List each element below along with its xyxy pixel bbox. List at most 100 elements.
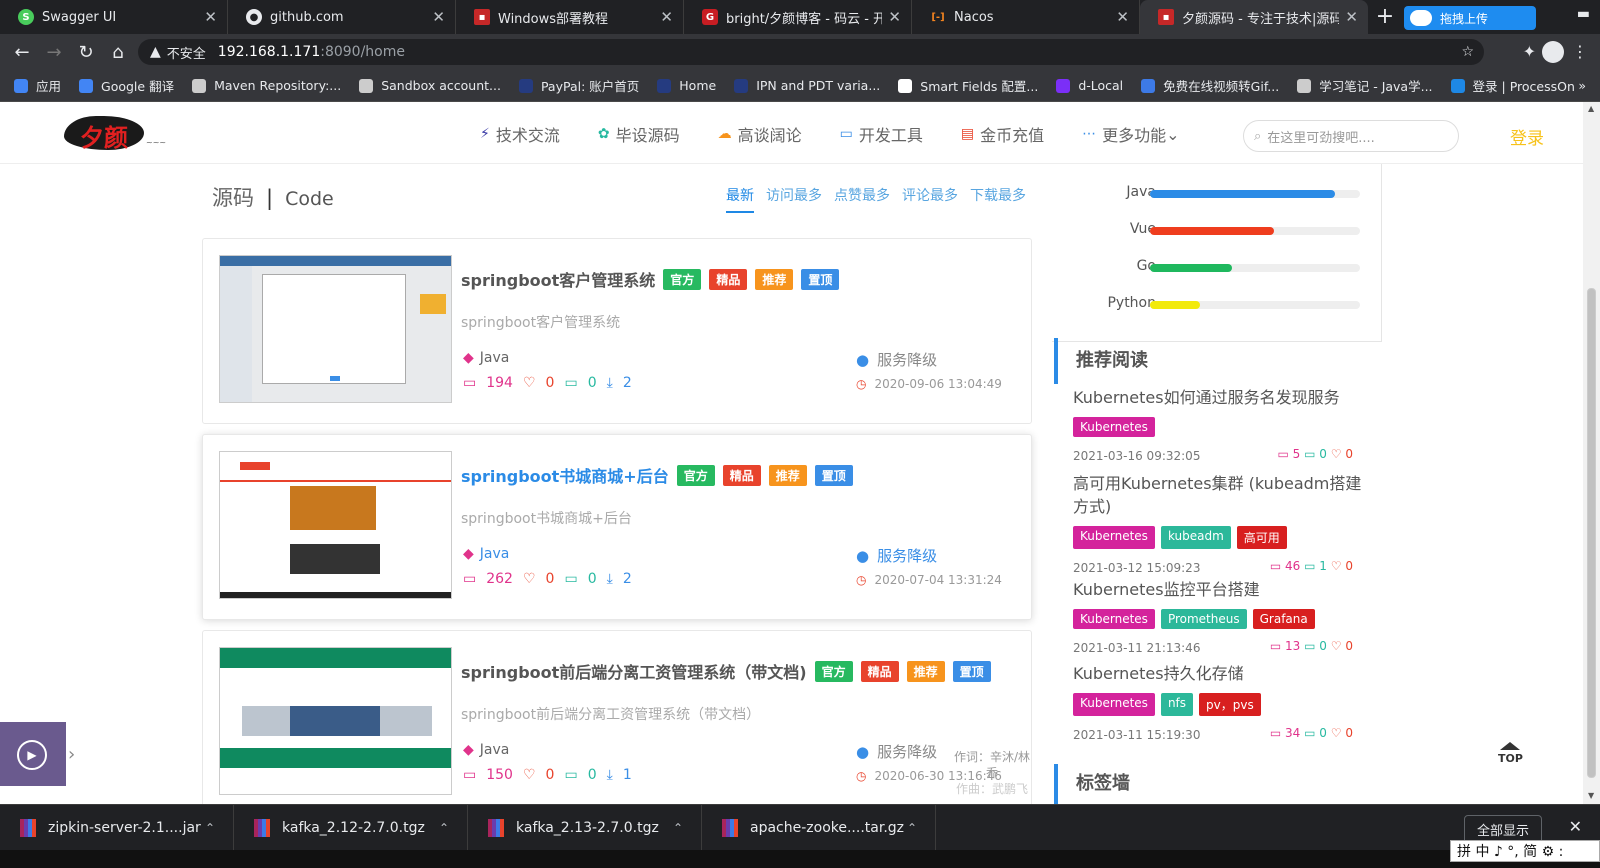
recommend-tag[interactable]: 高可用: [1236, 526, 1287, 549]
card-language[interactable]: ◆ Java: [463, 742, 509, 758]
browser-tab[interactable]: ● github.com ✕: [228, 0, 456, 34]
card-author[interactable]: ● 服务降级: [856, 545, 937, 566]
ime-toolbar[interactable]: 拼 中 ♪ °, 简 ⚙ :: [1450, 840, 1600, 862]
close-tab-icon[interactable]: ✕: [660, 8, 673, 26]
bookmark-item[interactable]: 应用: [14, 76, 61, 95]
close-tab-icon[interactable]: ✕: [1116, 8, 1129, 26]
reload-icon[interactable]: ↻: [70, 42, 102, 63]
recommend-tag[interactable]: Prometheus: [1160, 609, 1247, 629]
recommend-tag[interactable]: Kubernetes: [1073, 417, 1155, 437]
source-code-card[interactable]: springboot前后端分离工资管理系统（带文档) 官方 精品 推荐 置顶 spring…: [202, 630, 1032, 804]
card-author[interactable]: ● 服务降级: [856, 349, 937, 370]
recommend-tag[interactable]: Grafana: [1252, 609, 1315, 629]
chevron-up-icon[interactable]: ⌃: [907, 821, 917, 835]
download-item[interactable]: kafka_2.12-2.7.0.tgz ⌃: [234, 804, 468, 851]
bookmark-item[interactable]: 登录 | ProcessOn: [1450, 76, 1575, 95]
sort-filter-tab[interactable]: 点赞最多: [834, 185, 890, 213]
menu-icon[interactable]: ⋮: [1572, 42, 1588, 61]
nav-item[interactable]: ✿ 毕设源码: [598, 122, 680, 146]
recommend-title[interactable]: Kubernetes如何通过服务名发现服务: [1073, 386, 1373, 409]
back-to-top-button[interactable]: TOP: [1498, 742, 1523, 765]
back-icon[interactable]: ←: [6, 42, 38, 63]
search-input[interactable]: ⌕ 在这里可劲搜吧....: [1243, 120, 1459, 152]
more-bookmarks-icon[interactable]: »: [1578, 78, 1586, 93]
bookmark-item[interactable]: Smart Fields 配置...: [898, 76, 1038, 95]
bookmark-item[interactable]: d-Local: [1056, 78, 1123, 93]
chevron-up-icon[interactable]: ⌃: [439, 821, 449, 835]
recommend-item[interactable]: 高可用Kubernetes集群 (kubeadm搭建方式) Kubernetes k…: [1073, 472, 1373, 577]
bookmark-item[interactable]: Home: [657, 78, 716, 93]
music-player[interactable]: ▶: [0, 722, 66, 786]
home-icon[interactable]: ⌂: [102, 42, 134, 63]
card-author[interactable]: ● 服务降级: [856, 741, 937, 762]
recommend-tag[interactable]: Kubernetes: [1073, 526, 1155, 549]
card-thumbnail[interactable]: [219, 255, 452, 403]
close-tab-icon[interactable]: ✕: [888, 8, 901, 26]
recommend-title[interactable]: Kubernetes持久化存储: [1073, 662, 1373, 685]
bookmark-item[interactable]: Maven Repository:...: [192, 78, 341, 93]
recommend-item[interactable]: Kubernetes监控平台搭建 Kubernetes Prometheus Graf…: [1073, 578, 1373, 657]
browser-tab[interactable]: [-] Nacos ✕: [912, 0, 1140, 34]
extensions-icon[interactable]: ✦: [1523, 42, 1536, 61]
recommend-tag[interactable]: Kubernetes: [1073, 609, 1155, 629]
chevron-up-icon[interactable]: ⌃: [205, 821, 215, 835]
browser-tab[interactable]: S Swagger UI ✕: [0, 0, 228, 34]
forward-icon[interactable]: →: [38, 42, 70, 63]
bookmark-item[interactable]: 免费在线视频转Gif...: [1141, 76, 1279, 95]
recommend-tag[interactable]: Kubernetes: [1073, 693, 1155, 716]
browser-tab[interactable]: Gbright/夕颜博客 - 码云 - 开源 ✕: [684, 0, 912, 34]
download-item[interactable]: zipkin-server-2.1....jar ⌃: [0, 804, 234, 851]
recommend-tag[interactable]: pv，pvs: [1199, 693, 1261, 716]
card-title[interactable]: springboot客户管理系统 官方 精品 推荐 置顶: [461, 267, 840, 291]
download-item[interactable]: apache-zooke....tar.gz ⌃: [702, 804, 936, 851]
recommend-tag[interactable]: kubeadm: [1160, 526, 1231, 549]
play-icon[interactable]: ▶: [17, 740, 47, 770]
nav-item[interactable]: ▭ 开发工具: [840, 122, 923, 146]
scrollbar-thumb[interactable]: [1587, 288, 1596, 778]
card-thumbnail[interactable]: [219, 647, 452, 795]
close-tab-icon[interactable]: ✕: [204, 8, 217, 26]
card-language[interactable]: ◆ Java: [463, 350, 509, 366]
upload-extension[interactable]: 拖拽上传: [1404, 6, 1536, 30]
download-item[interactable]: kafka_2.13-2.7.0.tgz ⌃: [468, 804, 702, 851]
recommend-tag[interactable]: nfs: [1160, 693, 1194, 716]
card-language[interactable]: ◆ Java: [463, 546, 509, 562]
browser-tab-active[interactable]: ▪夕颜源码 - 专注于技术|源码分享✕: [1140, 0, 1368, 34]
chevron-up-icon[interactable]: ⌃: [673, 821, 683, 835]
bookmark-item[interactable]: Sandbox account...: [359, 78, 501, 93]
login-link[interactable]: 登录: [1510, 124, 1544, 149]
bookmark-item[interactable]: PayPal: 账户首页: [518, 76, 639, 95]
profile-avatar[interactable]: [1542, 41, 1564, 63]
sort-filter-tab[interactable]: 访问最多: [766, 185, 822, 213]
close-download-bar-icon[interactable]: ✕: [1569, 817, 1582, 836]
recommend-item[interactable]: Kubernetes如何通过服务名发现服务 Kubernetes 2021-03-1…: [1073, 386, 1373, 465]
browser-tab[interactable]: ▪ Windows部署教程 ✕: [456, 0, 684, 34]
sort-filter-tab[interactable]: 评论最多: [902, 185, 958, 213]
recommend-title[interactable]: 高可用Kubernetes集群 (kubeadm搭建方式): [1073, 472, 1373, 518]
new-tab-button[interactable]: +: [1368, 0, 1402, 34]
sort-filter-tab[interactable]: 最新: [726, 185, 754, 213]
nav-item[interactable]: ▤ 金币充值: [961, 122, 1044, 146]
site-logo[interactable]: 夕颜 ~~~: [60, 112, 176, 154]
card-thumbnail[interactable]: [219, 451, 452, 599]
recommend-title[interactable]: Kubernetes监控平台搭建: [1073, 578, 1373, 601]
bookmark-item[interactable]: 学习笔记 - Java学...: [1297, 76, 1433, 95]
close-tab-icon[interactable]: ✕: [432, 8, 445, 26]
source-code-card[interactable]: springboot书城商城+后台 官方 精品 推荐 置顶 springboot书城商城+…: [202, 434, 1032, 620]
bookmark-item[interactable]: IPN and PDT varia...: [734, 78, 880, 93]
bookmark-item[interactable]: Google 翻译: [79, 76, 174, 95]
player-expand-icon[interactable]: ›: [68, 738, 82, 772]
sort-filter-tab[interactable]: 下载最多: [970, 185, 1026, 213]
nav-item[interactable]: ⚡ 技术交流: [480, 122, 560, 146]
nav-item[interactable]: ☁ 高谈阔论: [718, 122, 802, 146]
window-controls[interactable]: ▬: [1577, 6, 1590, 22]
card-title[interactable]: springboot前后端分离工资管理系统（带文档) 官方 精品 推荐 置顶: [461, 659, 991, 683]
close-tab-icon[interactable]: ✕: [1345, 8, 1358, 26]
address-bar[interactable]: ▲ 不安全 192.168.1.171:8090/home ☆: [138, 39, 1484, 65]
card-title[interactable]: springboot书城商城+后台 官方 精品 推荐 置顶: [461, 463, 853, 487]
nav-item[interactable]: ⋯ 更多功能 ⌄: [1082, 122, 1179, 146]
page-scrollbar[interactable]: ▲ ▼: [1583, 102, 1600, 804]
bookmark-star-icon[interactable]: ☆: [1461, 44, 1474, 60]
recommend-item[interactable]: Kubernetes持久化存储 Kubernetes nfs pv，pvs 2021-0…: [1073, 662, 1373, 744]
source-code-card[interactable]: springboot客户管理系统 官方 精品 推荐 置顶 springboot客户管理系统…: [202, 238, 1032, 424]
